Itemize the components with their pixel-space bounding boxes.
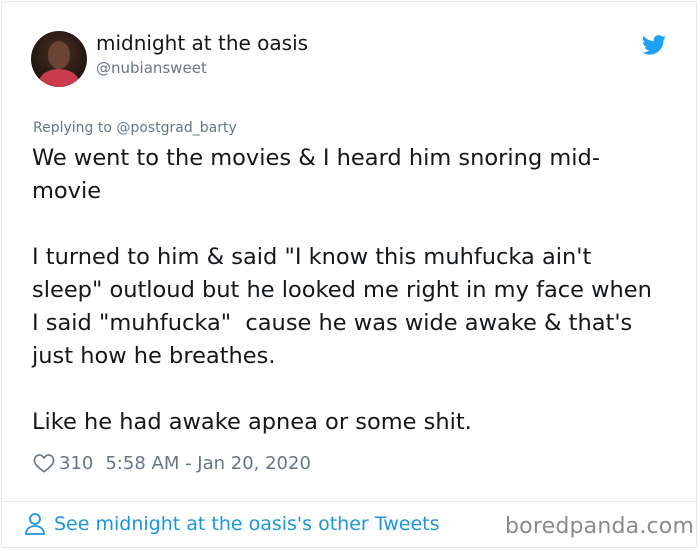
author-display-name[interactable]: midnight at the oasis bbox=[96, 31, 308, 55]
tweet-meta: 310 5:58 AM - Jan 20, 2020 bbox=[33, 450, 311, 476]
timestamp-link[interactable]: 5:58 AM - Jan 20, 2020 bbox=[105, 453, 311, 474]
avatar-face bbox=[48, 41, 70, 69]
watermark: boredpanda.com bbox=[505, 514, 695, 539]
like-count: 310 bbox=[59, 452, 94, 474]
reply-mention-link[interactable]: @postgrad_barty bbox=[116, 120, 236, 136]
heart-icon[interactable] bbox=[33, 453, 55, 473]
replying-to-prefix: Replying to bbox=[33, 120, 112, 136]
twitter-bird-icon[interactable] bbox=[642, 35, 666, 55]
tweet-text: We went to the movies & I heard him snor… bbox=[32, 145, 652, 435]
footer-divider bbox=[2, 501, 696, 502]
avatar[interactable] bbox=[31, 31, 87, 87]
person-icon bbox=[25, 513, 45, 535]
other-tweets-link[interactable]: See midnight at the oasis's other Tweets bbox=[24, 512, 439, 536]
author-handle[interactable]: @nubiansweet bbox=[96, 59, 207, 77]
replying-to: Replying to @postgrad_barty bbox=[33, 120, 237, 136]
avatar-body bbox=[39, 69, 79, 87]
other-tweets-label[interactable]: See midnight at the oasis's other Tweets bbox=[54, 513, 439, 535]
